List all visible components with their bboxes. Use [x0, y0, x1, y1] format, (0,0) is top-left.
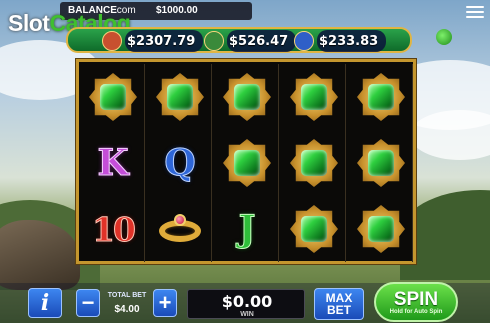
max-bet-button[interactable]: MAX BET	[314, 288, 364, 320]
emerald-symbol-icon	[81, 64, 145, 130]
emerald-symbol-icon	[215, 64, 279, 130]
emerald-symbol-icon	[349, 196, 413, 262]
card-symbol-j: J	[238, 208, 256, 251]
emerald-symbol-icon	[215, 130, 279, 196]
balance-value: $1000.00	[156, 5, 198, 16]
card-symbol-q: Q	[164, 142, 196, 185]
spin-label: SPIN	[393, 288, 439, 310]
total-bet-label: TOTAL BET	[107, 292, 147, 299]
logo-part-slot: Slot	[8, 10, 50, 36]
reel-5	[349, 64, 413, 262]
reel-3: J	[215, 64, 279, 262]
emerald-symbol-icon	[282, 64, 346, 130]
max-bet-line2: BET	[327, 303, 351, 317]
jackpot-strip: $2307.79 $526.47 $233.83	[66, 27, 412, 53]
card-symbol-10: 10	[92, 209, 137, 249]
decrease-bet-button[interactable]: −	[76, 289, 100, 317]
win-display: $0.00 WIN	[187, 289, 305, 319]
win-value: $0.00	[221, 292, 273, 311]
emerald-symbol-icon	[282, 196, 346, 262]
jackpot-3: $233.83	[294, 30, 387, 52]
menu-icon[interactable]	[464, 3, 486, 19]
emerald-symbol-icon	[282, 130, 346, 196]
jackpot-amount-box: $233.83	[317, 30, 387, 52]
jackpot-1: $2307.79	[102, 30, 204, 52]
jackpot-amount-box: $2307.79	[125, 30, 204, 52]
emerald-symbol-icon	[148, 64, 212, 130]
ring-symbol-icon	[148, 196, 212, 262]
jackpot-amount: $2307.79	[127, 33, 196, 49]
jackpot-2: $526.47	[204, 30, 297, 52]
spin-button[interactable]: SPIN Hold for Auto Spin	[374, 282, 458, 322]
reel-1: K 10	[81, 64, 145, 262]
info-button[interactable]: i	[28, 288, 62, 318]
character-face-icon	[204, 31, 224, 51]
card-symbol-k: K	[97, 142, 129, 185]
total-bet-value: $4.00	[114, 304, 140, 315]
reel-2: Q	[148, 64, 212, 262]
spin-hint: Hold for Auto Spin	[389, 308, 443, 315]
jackpot-amount-box: $526.47	[227, 30, 297, 52]
reel-grid: K 10 Q J	[76, 59, 416, 264]
emerald-symbol-icon	[349, 64, 413, 130]
reel-4	[282, 64, 346, 262]
increase-bet-button[interactable]: +	[153, 289, 177, 317]
cloud	[410, 110, 490, 160]
status-orb-icon	[436, 29, 452, 45]
jackpot-amount: $526.47	[229, 33, 289, 49]
character-face-icon	[294, 31, 314, 51]
win-label: WIN	[240, 311, 254, 318]
emerald-symbol-icon	[349, 130, 413, 196]
jackpot-amount: $233.83	[319, 33, 379, 49]
character-face-icon	[102, 31, 122, 51]
